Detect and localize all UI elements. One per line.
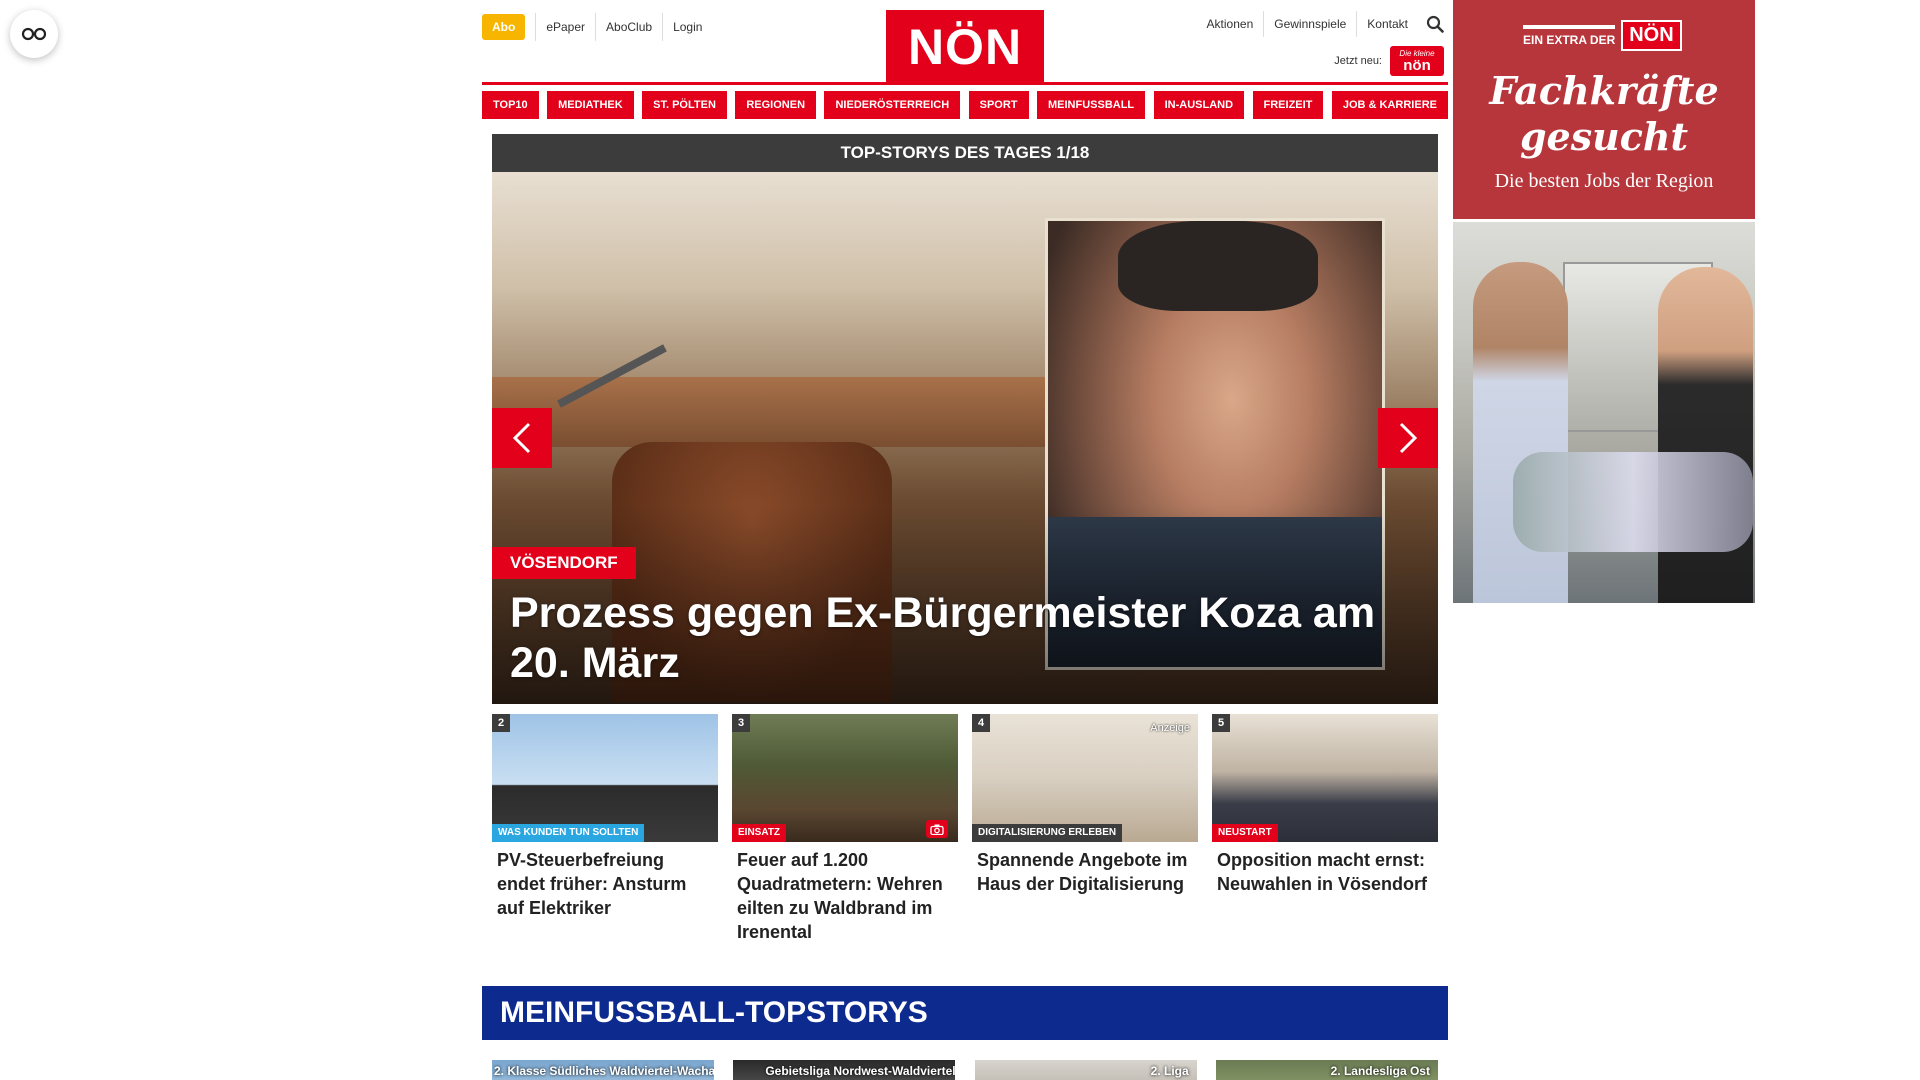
story-card-number: 3	[732, 714, 750, 732]
nav-item-regionen[interactable]: REGIONEN	[735, 91, 817, 119]
meinfussball-thumbs: 2. Klasse Südliches Waldviertel-Wachau G…	[492, 1060, 1438, 1080]
accessibility-widget-button[interactable]	[10, 10, 58, 58]
gallery-badge	[926, 820, 948, 838]
meinfussball-thumb[interactable]: 2. Landesliga Ost	[1215, 1060, 1438, 1080]
portrait-hair	[1118, 221, 1318, 311]
story-card[interactable]: 4 Anzeige DIGITALISIERUNG ERLEBEN Spanne…	[972, 714, 1198, 944]
kleine-noen-logo[interactable]: Die kleine nön	[1390, 46, 1444, 76]
meinfussball-section-title[interactable]: MEINFUSSBALL-TOPSTORYS	[482, 986, 1448, 1040]
anzeige-badge: Anzeige	[1150, 722, 1190, 734]
top-right-links: Aktionen Gewinnspiele Kontakt	[1197, 11, 1448, 37]
nav-item-st-poelten[interactable]: ST. PÖLTEN	[642, 91, 727, 119]
abo-button[interactable]: Abo	[482, 14, 526, 40]
story-card-category: DIGITALISIERUNG ERLEBEN	[972, 824, 1123, 842]
nav-item-in-ausland[interactable]: IN-AUSLAND	[1153, 91, 1245, 119]
jetzt-neu-label: Jetzt neu:	[1334, 55, 1382, 67]
story-card-category: WAS KUNDEN TUN SOLLTEN	[492, 824, 645, 842]
epaper-link[interactable]: ePaper	[535, 13, 595, 41]
story-card-image[interactable]: 5 NEUSTART	[1212, 714, 1438, 842]
nav-item-niederoesterreich[interactable]: NIEDERÖSTERREICH	[824, 91, 961, 119]
story-cards: 2 WAS KUNDEN TUN SOLLTEN PV-Steuerbefrei…	[492, 714, 1438, 944]
meinfussball-thumb[interactable]: 2. Klasse Südliches Waldviertel-Wachau	[492, 1060, 714, 1080]
story-card-title[interactable]: Feuer auf 1.200 Quadratmetern: Wehren ei…	[732, 842, 958, 944]
aboclub-link[interactable]: AboClub	[595, 13, 662, 41]
glasses-icon	[21, 27, 47, 41]
meinfussball-thumb[interactable]: Gebietsliga Nordwest-Waldviertel	[733, 1060, 956, 1080]
meinfussball-thumb-label: Gebietsliga Nordwest-Waldviertel	[765, 1064, 956, 1078]
story-card[interactable]: 2 WAS KUNDEN TUN SOLLTEN PV-Steuerbefrei…	[492, 714, 718, 944]
kleine-noen-logo-big: nön	[1403, 56, 1431, 74]
nav-item-job-karriere[interactable]: JOB & KARRIERE	[1331, 91, 1448, 119]
story-card-category: NEUSTART	[1212, 824, 1278, 842]
site-header: Abo ePaper AboClub Login NÖN Aktionen Ge…	[482, 0, 1448, 90]
job-ad-banner[interactable]: EIN EXTRA DER NÖN Fachkräfte gesucht Die…	[1453, 0, 1755, 603]
story-card-number: 2	[492, 714, 510, 732]
search-button[interactable]	[1422, 11, 1448, 37]
nav-item-mediathek[interactable]: MEDIATHEK	[547, 91, 634, 119]
top-stories-header: TOP-STORYS DES TAGES 1/18	[492, 134, 1438, 172]
login-link[interactable]: Login	[662, 13, 712, 41]
gewinnspiele-link[interactable]: Gewinnspiele	[1263, 11, 1356, 37]
ad-photo-person	[1658, 267, 1753, 603]
ad-headline: Fachkräfte gesucht	[1453, 68, 1755, 160]
noen-logo[interactable]: NÖN	[886, 10, 1044, 84]
camera-icon	[930, 824, 944, 835]
page-column: Abo ePaper AboClub Login NÖN Aktionen Ge…	[482, 0, 1448, 1080]
story-card-title[interactable]: Opposition macht ernst: Neuwahlen in Vös…	[1212, 842, 1438, 896]
meinfussball-thumb-label: 2. Klasse Südliches Waldviertel-Wachau	[494, 1064, 714, 1078]
nav-item-top10[interactable]: TOP10	[482, 91, 539, 119]
story-card-number: 5	[1212, 714, 1230, 732]
chevron-right-icon	[1399, 422, 1418, 454]
ad-photo-pipes	[1513, 452, 1753, 552]
story-card-image[interactable]: 3 EINSATZ	[732, 714, 958, 842]
ad-subline: Die besten Jobs der Region	[1494, 170, 1714, 192]
hero-headline[interactable]: Prozess gegen Ex-Bürgermeister Koza am 2…	[510, 588, 1410, 688]
ad-extra-text: EIN EXTRA DER	[1523, 24, 1616, 47]
top-left-links: Abo ePaper AboClub Login	[482, 13, 712, 41]
ad-photo	[1453, 222, 1755, 603]
story-card[interactable]: 3 EINSATZ Feuer auf 1.200 Quadratmetern:…	[732, 714, 958, 944]
story-card-image[interactable]: 2 WAS KUNDEN TUN SOLLTEN	[492, 714, 718, 842]
ad-noen-logo: NÖN	[1621, 20, 1682, 51]
ad-text-panel: EIN EXTRA DER NÖN Fachkräfte gesucht Die…	[1453, 0, 1755, 219]
search-icon	[1426, 15, 1444, 33]
hero-category-tag[interactable]: VÖSENDORF	[492, 547, 636, 579]
meinfussball-thumb-label: 2. Liga	[1150, 1064, 1189, 1078]
main-nav: TOP10 MEDIATHEK ST. PÖLTEN REGIONEN NIED…	[482, 91, 1448, 119]
story-card-number: 4	[972, 714, 990, 732]
slider-prev-button[interactable]	[492, 408, 552, 468]
jetzt-neu-promo: Jetzt neu: Die kleine nön	[1334, 46, 1444, 76]
nav-item-freizeit[interactable]: FREIZEIT	[1252, 91, 1324, 119]
nav-item-meinfussball[interactable]: MEINFUSSBALL	[1036, 91, 1146, 119]
ad-headline-line-2: gesucht	[1519, 114, 1689, 159]
aktionen-link[interactable]: Aktionen	[1197, 11, 1264, 37]
meinfussball-thumb-label: 2. Landesliga Ost	[1330, 1064, 1430, 1078]
story-card-title[interactable]: Spannende Angebote im Haus der Digitalis…	[972, 842, 1198, 896]
kontakt-link[interactable]: Kontakt	[1356, 11, 1418, 37]
story-card-title[interactable]: PV-Steuerbefreiung endet früher: Ansturm…	[492, 842, 718, 920]
story-card-image[interactable]: 4 Anzeige DIGITALISIERUNG ERLEBEN	[972, 714, 1198, 842]
chevron-left-icon	[512, 422, 531, 454]
ad-extra-brand: EIN EXTRA DER NÖN	[1523, 20, 1682, 51]
header-divider	[482, 82, 1448, 85]
top-stories-slider: TOP-STORYS DES TAGES 1/18 VÖSENDORF Proz…	[492, 134, 1438, 704]
hero-story[interactable]: VÖSENDORF Prozess gegen Ex-Bürgermeister…	[492, 172, 1438, 704]
nav-item-sport[interactable]: SPORT	[968, 91, 1029, 119]
slider-next-button[interactable]	[1378, 408, 1438, 468]
story-card-category: EINSATZ	[732, 824, 787, 842]
ad-headline-line-1: Fachkräfte	[1489, 68, 1719, 113]
meinfussball-thumb[interactable]: 2. Liga	[974, 1060, 1197, 1080]
story-card[interactable]: 5 NEUSTART Opposition macht ernst: Neuwa…	[1212, 714, 1438, 944]
